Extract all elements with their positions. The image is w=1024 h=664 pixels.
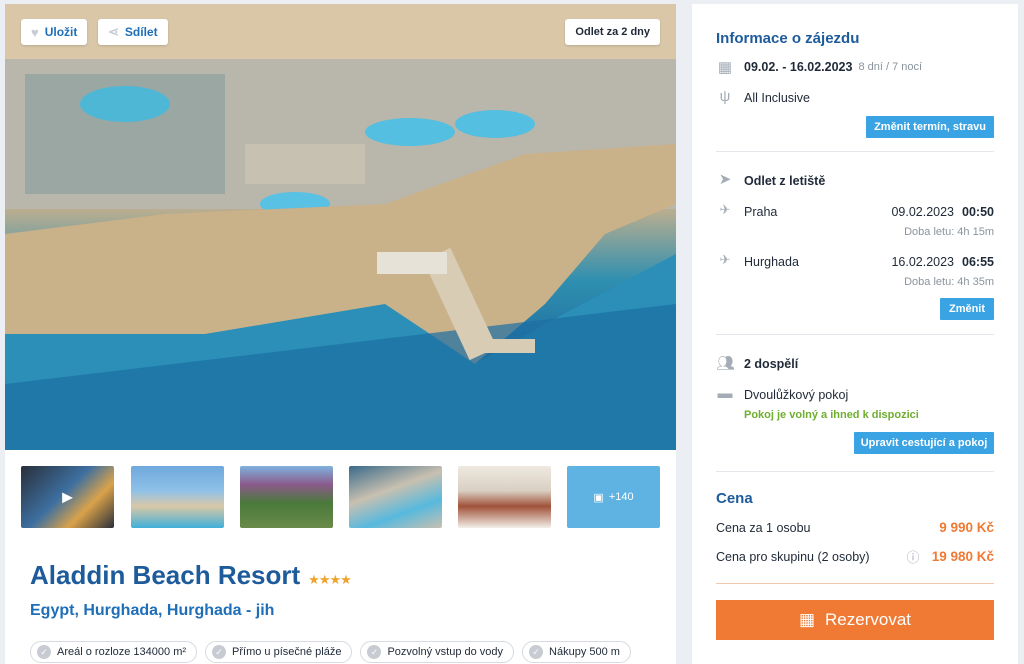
change-flight-button[interactable]: Změnit <box>940 298 994 320</box>
divider <box>716 471 994 472</box>
reserve-label: Rezervovat <box>825 610 912 629</box>
divider <box>716 334 994 335</box>
users-icon: 👥︎ <box>716 355 736 372</box>
feature-tag-label: Pozvolný vstup do vody <box>387 646 504 658</box>
photos-icon: ▣ <box>593 491 604 504</box>
bed-icon: ▬ <box>717 385 733 402</box>
save-label: Uložit <box>44 25 78 39</box>
feature-tag: ✓ Pozvolný vstup do vody <box>360 641 515 663</box>
divider <box>716 583 994 584</box>
share-button[interactable]: ⋖ Sdílet <box>98 19 168 45</box>
more-photos-button[interactable]: ▣ +140 <box>567 466 660 528</box>
departure-badge: Odlet za 2 dny <box>565 19 660 45</box>
check-icon: ✓ <box>367 645 382 659</box>
return-city: Hurghada <box>744 255 799 269</box>
feature-tag-label: Nákupy 500 m <box>549 646 620 658</box>
dates-value: 09.02. - 16.02.2023 <box>744 60 853 74</box>
hotel-card: ♥ Uložit ⋖ Sdílet Odlet za 2 dny ▶ ▣ +14… <box>5 4 676 664</box>
change-date-button[interactable]: Změnit termín, stravu <box>866 116 994 138</box>
check-icon: ✓ <box>529 645 544 659</box>
return-date: 16.02.2023 <box>891 255 955 269</box>
gallery-thumbnails: ▶ ▣ +140 <box>21 466 663 528</box>
outbound-date: 09.02.2023 <box>891 205 955 219</box>
per-person-price: 9 990 Kč <box>939 520 994 535</box>
heart-icon: ♥ <box>31 24 39 40</box>
price-title: Cena <box>716 490 753 507</box>
return-time: 06:55 <box>962 255 994 269</box>
hotel-title-row: Aladdin Beach Resort ★★★★ <box>30 560 352 591</box>
reserve-button[interactable]: ▦ Rezervovat <box>716 600 994 640</box>
feature-tag: ✓ Areál o rozloze 134000 m² <box>30 641 198 663</box>
group-price-label: Cena pro skupinu (2 osoby) <box>716 550 870 564</box>
video-thumbnail[interactable]: ▶ <box>21 466 114 528</box>
outbound-city: Praha <box>744 205 778 219</box>
calendar-icon: ▦ <box>798 610 816 629</box>
departure-title: Odlet z letiště <box>744 174 826 188</box>
gallery-thumbnail[interactable] <box>349 466 442 528</box>
outbound-flight-time: Doba letu: 4h 15m <box>904 226 994 238</box>
feature-tag-label: Areál o rozloze 134000 m² <box>57 646 187 658</box>
return-flight-time: Doba letu: 4h 35m <box>904 276 994 288</box>
check-icon: ✓ <box>37 645 51 659</box>
cutlery-icon: ψ <box>719 88 731 105</box>
resort-aerial-illustration <box>5 4 676 450</box>
hero-photo[interactable]: ♥ Uložit ⋖ Sdílet Odlet za 2 dny <box>5 4 676 450</box>
share-icon: ⋖ <box>108 24 119 39</box>
feature-tag-label: Přímo u písečné pláže <box>232 646 342 658</box>
group-price: 19 980 Kč <box>931 549 994 564</box>
duration-value: 8 dní / 7 nocí <box>858 61 923 73</box>
calendar-icon: ▦ <box>717 59 733 76</box>
feature-tag: ✓ Nákupy 500 m <box>522 641 631 663</box>
save-button[interactable]: ♥ Uložit <box>21 19 88 45</box>
landing-icon: ✈ <box>719 252 731 267</box>
check-icon: ✓ <box>212 645 227 659</box>
play-icon: ▶ <box>62 488 73 505</box>
hotel-name: Aladdin Beach Resort <box>30 560 301 590</box>
gallery-thumbnail[interactable] <box>458 466 551 528</box>
takeoff-icon: ✈ <box>719 202 731 217</box>
trip-dates: 09.02. - 16.02.2023 8 dní / 7 nocí <box>744 60 922 74</box>
outbound-datetime: 09.02.2023 00:50 <box>891 205 994 219</box>
room-availability: Pokoj je volný a ihned k dispozici <box>744 409 919 421</box>
travelers-count: 2 dospělí <box>744 357 799 371</box>
edit-travelers-button[interactable]: Upravit cestující a pokoj <box>854 432 994 454</box>
share-label: Sdílet <box>124 25 158 39</box>
per-person-label: Cena za 1 osobu <box>716 521 811 535</box>
divider <box>716 151 994 152</box>
board-type: All Inclusive <box>744 91 810 105</box>
feature-tag: ✓ Přímo u písečné pláže <box>205 641 353 663</box>
gallery-thumbnail[interactable] <box>240 466 333 528</box>
booking-panel: Informace o zájezdu ▦ 09.02. - 16.02.202… <box>692 4 1018 664</box>
plane-icon: ➤ <box>718 171 732 188</box>
hotel-location[interactable]: Egypt, Hurghada, Hurghada - jih <box>30 602 274 620</box>
return-datetime: 16.02.2023 06:55 <box>891 255 994 269</box>
gallery-thumbnail[interactable] <box>131 466 224 528</box>
feature-tags: ✓ Areál o rozloze 134000 m² ✓ Přímo u píse… <box>30 641 631 663</box>
info-title: Informace o zájezdu <box>716 30 860 47</box>
outbound-time: 00:50 <box>962 205 994 219</box>
star-rating: ★★★★ <box>308 572 352 587</box>
info-icon[interactable]: ⓘ <box>904 547 922 566</box>
room-type: Dvoulůžkový pokoj <box>744 388 849 402</box>
more-photos-count: +140 <box>608 491 634 503</box>
